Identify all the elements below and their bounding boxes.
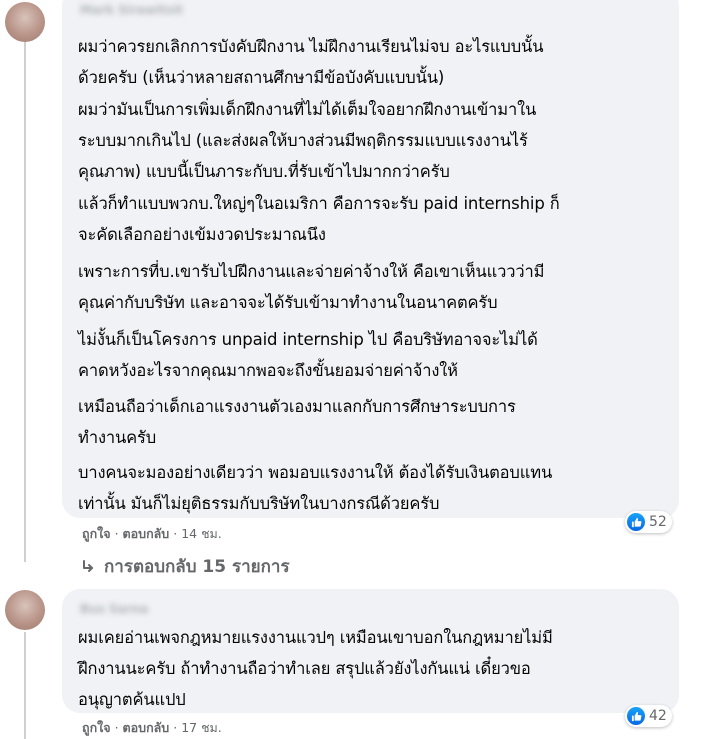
comment-actions: ถูกใจ · ตอบกลับ · 14 ชม. xyxy=(82,524,222,544)
like-action[interactable]: ถูกใจ xyxy=(82,526,111,541)
reaction-count: 42 xyxy=(649,708,667,724)
comment-line: ด้วยครับ (เห็นว่าหลายสถานศึกษามีข้อบังคั… xyxy=(78,68,445,87)
comment-line: เพราะการที่บ.เขารับไปฝึกงานและจ่ายค่าจ้า… xyxy=(78,262,545,281)
reaction-count: 52 xyxy=(649,514,667,530)
comment-line: ผมเคยอ่านเพจกฎหมายแรงงานแวปๆ เหมือนเขาบอ… xyxy=(78,628,553,647)
comment-line: เหมือนถือว่าเด็กเอาแรงงานตัวเองมาแลกกับก… xyxy=(78,397,516,416)
like-action[interactable]: ถูกใจ xyxy=(82,720,111,735)
separator-dot: · xyxy=(114,720,123,735)
thread-line xyxy=(24,632,26,739)
comment-line: คาดหวังอะไรจากคุณมากพอจะถึงขั้นยอมจ่ายค่… xyxy=(78,361,458,380)
comment-line: บางคนจะมองอย่างเดียวว่า พอมอบแรงงานให้ ต… xyxy=(78,463,553,482)
comment-line: ผมว่าควรยกเลิกการบังคับฝึกงาน ไม่ฝึกงานเ… xyxy=(78,37,544,56)
reply-arrow-icon xyxy=(83,559,93,572)
comment-line: ฝึกงานนะครับ ถ้าทำงานถือว่าทำเลย สรุปแล้… xyxy=(78,659,531,678)
comment-author[interactable]: Bus Sarna xyxy=(80,602,148,616)
comment-paragraph: แล้วก็ทำแบบพวกบ.ใหญ่ๆในอเมริกา คือการจะร… xyxy=(78,188,560,250)
comment-actions: ถูกใจ · ตอบกลับ · 17 ชม. xyxy=(82,718,222,738)
comment-paragraph: ผมว่าควรยกเลิกการบังคับฝึกงาน ไม่ฝึกงานเ… xyxy=(78,31,543,93)
avatar[interactable] xyxy=(5,2,45,42)
reply-action[interactable]: ตอบกลับ xyxy=(123,526,170,541)
replies-count-label: การตอบกลับ 15 รายการ xyxy=(104,557,290,577)
comment-paragraph: บางคนจะมองอย่างเดียวว่า พอมอบแรงงานให้ ต… xyxy=(78,457,552,519)
comment-line: จะคัดเลือกอย่างเข้มงวดประมาณนึง xyxy=(78,225,326,244)
comment-paragraph: ผมเคยอ่านเพจกฎหมายแรงงานแวปๆ เหมือนเขาบอ… xyxy=(78,622,553,715)
comment-line: ระบบมากเกินไป (และส่งผลให้บางส่วนมีพฤติก… xyxy=(78,131,528,150)
comment-paragraph: ไม่งั้นก็เป็นโครงการ unpaid internship ไ… xyxy=(78,324,538,386)
comment-line: อนุญาตค้นแปป xyxy=(78,690,186,709)
comment-paragraph: เหมือนถือว่าเด็กเอาแรงงานตัวเองมาแลกกับก… xyxy=(78,391,516,453)
comment-paragraph: เพราะการที่บ.เขารับไปฝึกงานและจ่ายค่าจ้า… xyxy=(78,256,544,318)
reaction-summary[interactable]: 52 xyxy=(625,511,672,533)
thread-line xyxy=(24,42,26,562)
separator-dot: · xyxy=(114,526,123,541)
comment-line: ผมว่ามันเป็นการเพิ่มเด็กฝึกงานที่ไม่ได้เ… xyxy=(78,100,537,119)
like-icon xyxy=(627,513,645,531)
view-replies-link[interactable]: การตอบกลับ 15 รายการ xyxy=(80,553,290,580)
comment-line: คุณค่ากับบริษัท และอาจจะได้รับเข้ามาทำงา… xyxy=(78,293,498,312)
comment-timestamp[interactable]: 17 ชม. xyxy=(181,720,222,735)
comment-line: แล้วก็ทำแบบพวกบ.ใหญ่ๆในอเมริกา คือการจะร… xyxy=(78,194,560,213)
comment-line: ไม่งั้นก็เป็นโครงการ unpaid internship ไ… xyxy=(78,330,538,349)
separator-dot: · xyxy=(173,526,182,541)
like-icon xyxy=(627,707,645,725)
comment-line: คุณภาพ) แบบนี้เป็นภาระกับบ.ที่รับเข้าไปม… xyxy=(78,162,450,181)
separator-dot: · xyxy=(173,720,182,735)
comment-line: เท่านั้น มันก็ไม่ยุติธรรมกับบริษัทในบางก… xyxy=(78,494,440,513)
comment-line: ทำงานครับ xyxy=(78,428,157,447)
comment-timestamp[interactable]: 14 ชม. xyxy=(181,526,222,541)
reply-action[interactable]: ตอบกลับ xyxy=(123,720,170,735)
comment-author[interactable]: Mark Sirawitsit xyxy=(80,3,183,17)
comment-paragraph: ผมว่ามันเป็นการเพิ่มเด็กฝึกงานที่ไม่ได้เ… xyxy=(78,94,536,187)
reaction-summary[interactable]: 42 xyxy=(625,705,672,727)
avatar[interactable] xyxy=(5,590,45,630)
